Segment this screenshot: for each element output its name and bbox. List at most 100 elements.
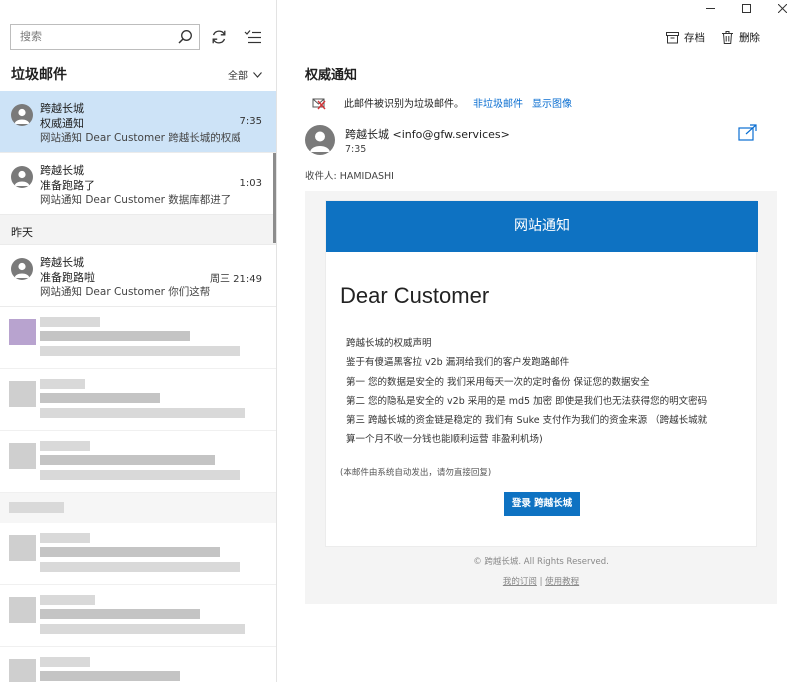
mail-list-item[interactable]: 跨越长城 权威通知 7:35 网站通知 Dear Customer 跨越长城的权…	[0, 91, 276, 153]
my-subscription-link[interactable]: 我的订阅	[503, 577, 537, 587]
auto-send-note: (本邮件由系统自动发出，请勿直接回复)	[340, 468, 492, 478]
not-junk-link[interactable]: 非垃圾邮件	[473, 95, 523, 110]
minimize-button[interactable]	[692, 0, 728, 18]
email-card: 网站通知 Dear Customer 跨越长城的权威声明 鉴于有傻逼黑客拉 v2…	[325, 200, 758, 547]
person-icon	[14, 170, 30, 186]
redacted-text	[40, 379, 85, 389]
mail-time: 周三 21:49	[210, 274, 262, 285]
redacted-avatar	[9, 443, 36, 469]
sender-avatar	[305, 125, 335, 155]
mail-list: 跨越长城 权威通知 7:35 网站通知 Dear Customer 跨越长城的权…	[0, 91, 276, 682]
redacted-mail-item[interactable]	[0, 523, 276, 585]
mail-subject: 准备跑路啦	[40, 271, 95, 284]
show-images-link[interactable]: 显示图像	[532, 95, 572, 110]
person-icon	[310, 131, 330, 152]
mail-list-item[interactable]: 跨越长城 准备跑路了 1:03 网站通知 Dear Customer 数据库都进…	[0, 153, 276, 215]
junk-notice-text: 此邮件被识别为垃圾邮件。	[344, 99, 464, 110]
redacted-text	[40, 331, 190, 341]
minimize-icon	[706, 8, 715, 9]
mail-preview: 网站通知 Dear Customer 跨越长城的权威	[40, 132, 240, 144]
filter-dropdown[interactable]: 全部	[228, 67, 262, 82]
redacted-text	[40, 408, 245, 418]
mail-subject: 权威通知	[40, 117, 84, 130]
redacted-text	[40, 455, 215, 465]
more-options-icon[interactable]: ···	[740, 30, 756, 44]
message-time: 7:35	[345, 144, 367, 155]
mail-list-item[interactable]: 跨越长城 准备跑路啦 周三 21:49 网站通知 Dear Customer 你…	[0, 245, 276, 307]
redacted-text	[40, 470, 240, 480]
avatar	[11, 104, 33, 126]
list-scrollbar[interactable]	[273, 153, 276, 243]
avatar	[11, 166, 33, 188]
window-controls	[692, 0, 800, 18]
maximize-button[interactable]	[728, 0, 764, 18]
mail-time: 7:35	[239, 116, 262, 127]
redacted-avatar	[9, 597, 36, 623]
redacted-text	[40, 609, 200, 619]
date-separator: 昨天	[0, 215, 276, 245]
search-input[interactable]	[20, 30, 170, 43]
archive-icon	[666, 32, 679, 44]
email-line: 跨越长城的权威声明	[346, 338, 432, 349]
redacted-mail-item[interactable]	[0, 369, 276, 431]
select-mode-icon[interactable]	[244, 29, 262, 45]
chevron-down-icon	[253, 71, 262, 78]
message-list-pane: 垃圾邮件 全部 跨越长城 权威通知 7:35 网站通知 Dear Custome…	[0, 0, 277, 682]
trash-icon	[722, 31, 733, 44]
email-line: 第二 您的隐私是安全的 v2b 采用的是 md5 加密 即使是我们也无法获得您的…	[346, 395, 708, 407]
email-paragraph: 跨越长城的权威声明 鉴于有傻逼黑客拉 v2b 漏洞给我们的客户发跑路邮件 第一 …	[346, 334, 746, 450]
mail-sender: 跨越长城	[40, 256, 84, 269]
login-button[interactable]: 登录 跨越长城	[504, 492, 580, 516]
sender-name[interactable]: 跨越长城 <info@gfw.services>	[345, 126, 510, 142]
redacted-text	[40, 317, 100, 327]
person-icon	[14, 108, 30, 124]
search-row	[10, 22, 266, 52]
redacted-avatar	[9, 535, 36, 561]
message-title: 权威通知	[305, 68, 358, 83]
tutorial-link[interactable]: 使用教程	[545, 577, 579, 587]
footer-separator: |	[539, 577, 543, 587]
search-box[interactable]	[10, 24, 200, 50]
archive-label: 存档	[684, 32, 705, 44]
mail-preview: 网站通知 Dear Customer 数据库都进了	[40, 194, 232, 206]
email-footer-copyright: © 跨越长城. All Rights Reserved.	[473, 557, 609, 567]
redacted-text	[40, 595, 95, 605]
email-line: 鉴于有傻逼黑客拉 v2b 漏洞给我们的客户发跑路邮件	[346, 357, 570, 369]
redacted-text	[40, 624, 245, 634]
email-line: 算一个月不收一分钱也能顺利运营 非盈利机场)	[346, 434, 543, 446]
search-icon[interactable]	[177, 29, 193, 45]
mail-preview: 网站通知 Dear Customer 你们这帮	[40, 286, 211, 298]
redacted-mail-item[interactable]	[0, 431, 276, 493]
email-body: 网站通知 Dear Customer 跨越长城的权威声明 鉴于有傻逼黑客拉 v2…	[305, 191, 777, 604]
redacted-text	[40, 562, 240, 572]
mail-sender: 跨越长城	[40, 102, 84, 115]
mail-time: 1:03	[239, 178, 262, 189]
redacted-text	[40, 346, 240, 356]
close-button[interactable]	[764, 0, 800, 18]
redacted-text	[40, 671, 180, 681]
email-header-banner: 网站通知	[326, 201, 758, 252]
person-icon	[14, 262, 30, 278]
pop-out-icon[interactable]	[738, 124, 758, 142]
recipients-line: 收件人: HAMIDASHI	[305, 171, 394, 182]
close-icon	[778, 4, 787, 13]
redacted-text	[40, 547, 220, 557]
mail-sender: 跨越长城	[40, 164, 84, 177]
maximize-icon	[742, 4, 751, 13]
filter-label: 全部	[228, 71, 248, 82]
sync-icon[interactable]	[210, 28, 228, 46]
email-line: 第一 您的数据是安全的 我们采用每天一次的定时备份 保证您的数据安全	[346, 376, 650, 388]
redacted-date-separator	[0, 493, 276, 523]
email-footer-links: 我的订阅 | 使用教程	[305, 575, 777, 587]
redacted-mail-item[interactable]	[0, 307, 276, 369]
reading-pane: 存档 删除 ··· 权威通知 此邮件被识别为垃圾邮件。 非垃圾邮件 显示图像 跨…	[278, 0, 800, 682]
redacted-avatar	[9, 381, 36, 407]
email-line: 第三 跨越长城的资金链是稳定的 我们有 Suke 支付作为我们的资金来源 （跨越…	[346, 415, 708, 427]
redacted-avatar	[9, 319, 36, 345]
redacted-mail-item[interactable]	[0, 647, 276, 682]
redacted-text	[9, 502, 64, 513]
redacted-text	[40, 533, 90, 543]
archive-button[interactable]: 存档	[666, 30, 705, 45]
redacted-mail-item[interactable]	[0, 585, 276, 647]
redacted-text	[40, 657, 90, 667]
